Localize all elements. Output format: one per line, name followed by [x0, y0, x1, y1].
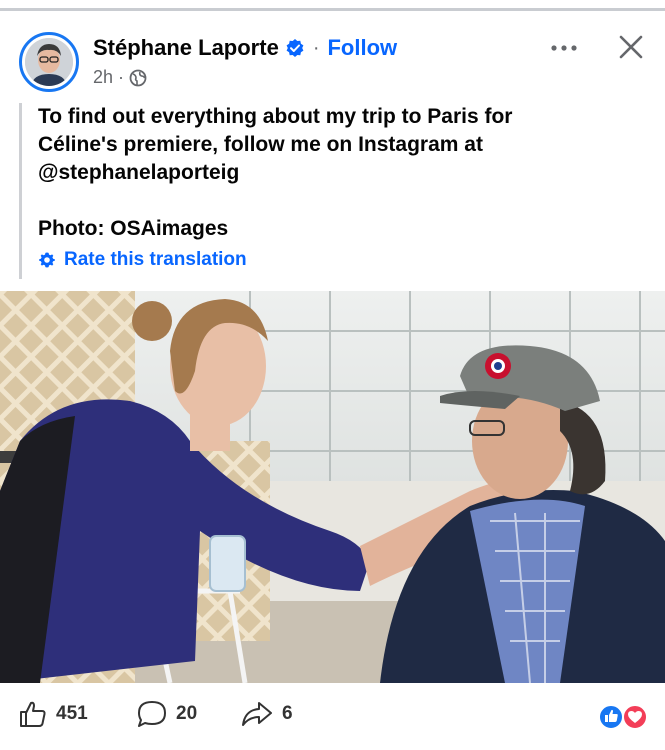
share-count: 6 [282, 703, 293, 724]
post-meta: 2h · [93, 67, 147, 88]
avatar[interactable] [19, 32, 79, 92]
like-count: 451 [56, 703, 88, 724]
photo-credit: Photo: OSAimages [38, 217, 229, 240]
rate-translation-link[interactable]: Rate this translation [38, 249, 649, 271]
like-reaction-icon [598, 704, 624, 730]
comment-count: 20 [176, 703, 198, 724]
more-horizontal-icon[interactable] [548, 38, 580, 58]
thumbs-up-icon [20, 701, 46, 727]
post-actions: 451 20 6 [0, 693, 665, 743]
post-text-line-3[interactable]: @stephanelaporteig [38, 159, 649, 187]
close-icon[interactable] [618, 34, 644, 60]
avatar-photo [25, 38, 73, 86]
post-body: To find out everything about my trip to … [19, 103, 649, 279]
comment-button[interactable]: 20 [136, 699, 197, 729]
verified-badge-icon [285, 38, 305, 58]
like-button[interactable]: 451 [18, 699, 88, 729]
follow-button[interactable]: Follow [327, 35, 397, 61]
globe-icon[interactable] [129, 69, 147, 87]
post-photo[interactable] [0, 291, 665, 683]
post-text-line-1: To find out everything about my trip to … [38, 105, 513, 128]
author-name[interactable]: Stéphane Laporte [93, 35, 279, 61]
comment-bubble-icon [138, 701, 166, 727]
header-separator: · [312, 36, 320, 59]
meta-separator: · [118, 67, 125, 87]
post-text-line-2: Céline's premiere, follow me on Instagra… [38, 133, 483, 156]
post-time[interactable]: 2h [93, 67, 113, 88]
author-row: Stéphane Laporte · Follow [93, 35, 397, 61]
post-header: Stéphane Laporte · Follow 2h · [0, 22, 665, 102]
rate-translation-label: Rate this translation [64, 249, 247, 270]
top-divider [0, 8, 665, 11]
gear-icon [39, 252, 55, 268]
reaction-summary[interactable] [597, 703, 649, 731]
love-reaction-icon [622, 704, 648, 730]
share-arrow-icon [242, 702, 272, 726]
share-button[interactable]: 6 [240, 699, 293, 729]
